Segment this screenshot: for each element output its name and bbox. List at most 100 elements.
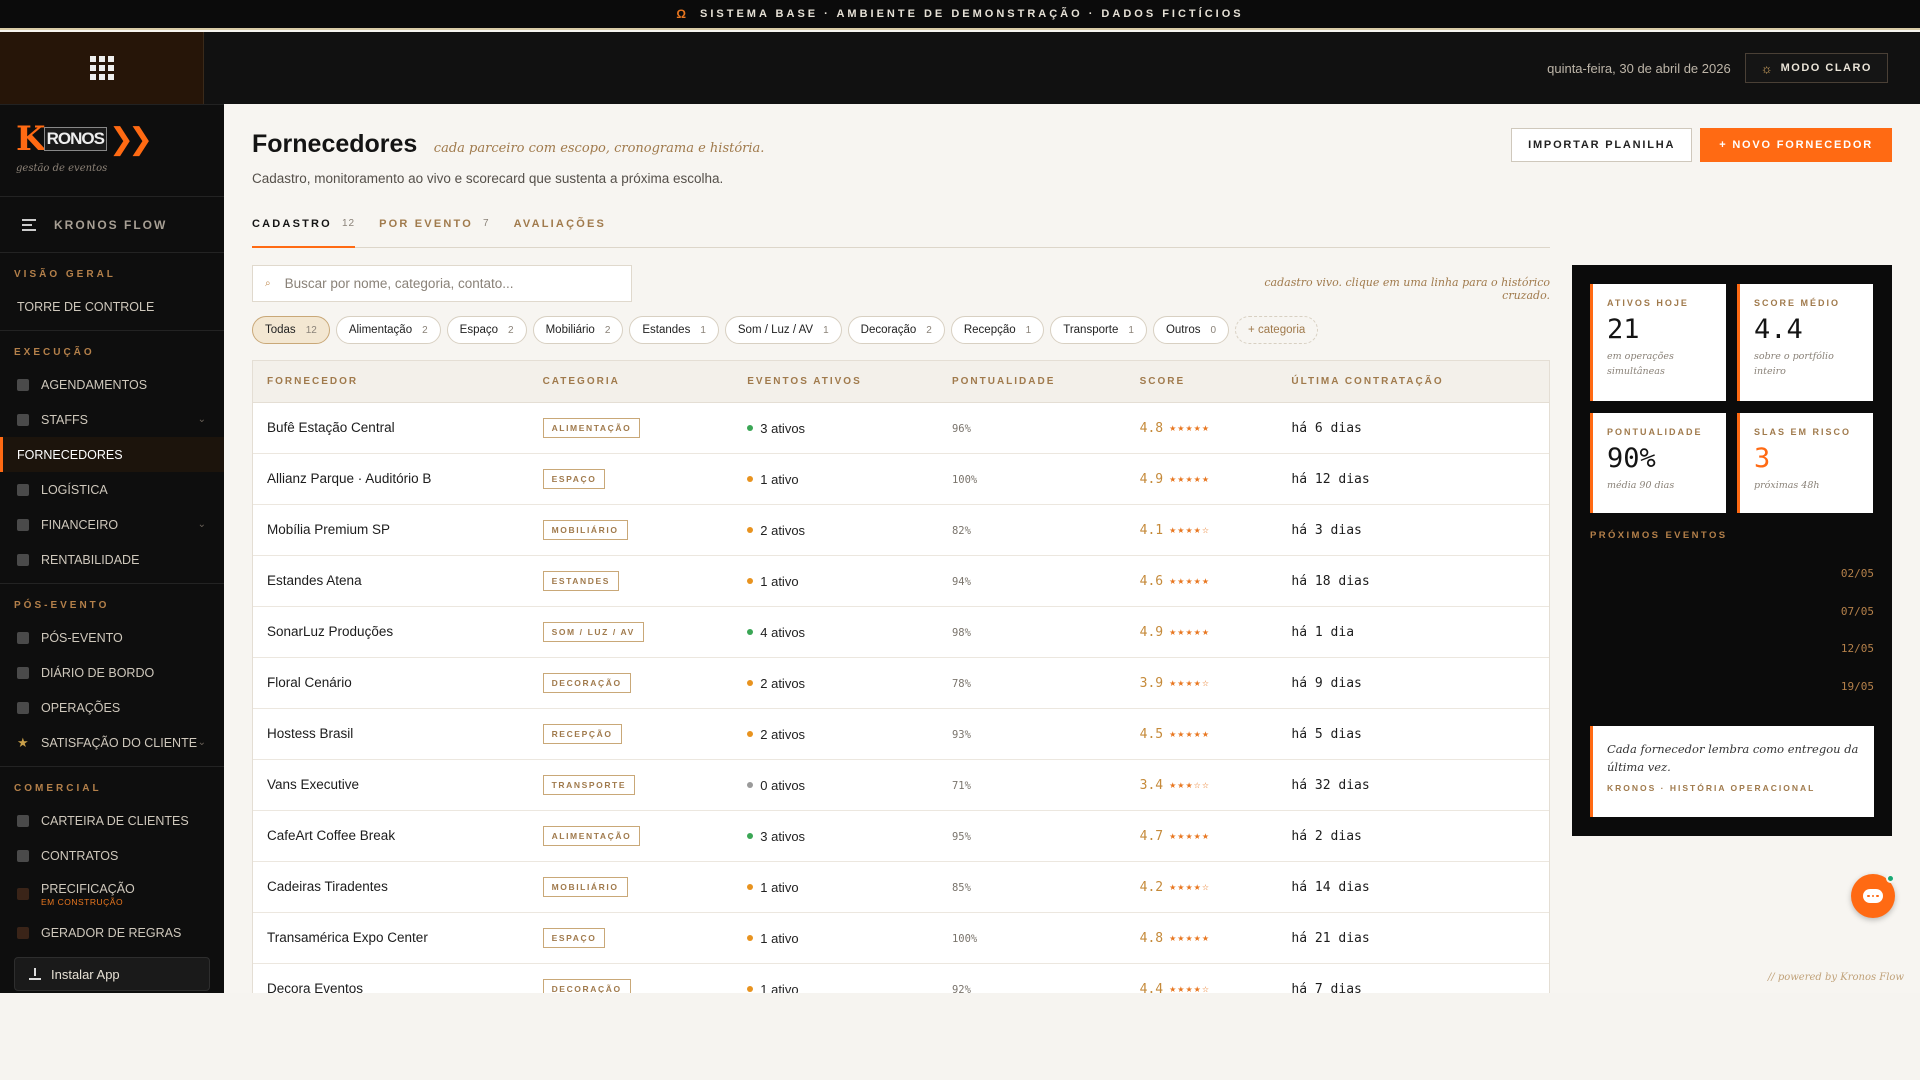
category-badge: ALIMENTAÇÃO [542, 826, 641, 846]
chat-button[interactable] [1851, 874, 1895, 918]
column-header-score[interactable]: SCORE [1140, 376, 1292, 387]
table-row[interactable]: Mobília Premium SP MOBILIÁRIO 2 ativos 82% 4… [253, 505, 1549, 556]
sidebar-item-contratos[interactable]: CONTRATOS [0, 838, 224, 873]
table-row[interactable]: Bufê Estação Central ALIMENTAÇÃO 3 ativos 9… [253, 403, 1549, 454]
filter-chip-som-luz-av[interactable]: Som / Luz / AV 1 [724, 316, 842, 344]
table-row[interactable]: SonarLuz Produções SOM / LUZ / AV 4 ativos… [253, 607, 1549, 658]
table-row[interactable]: Vans Executive TRANSPORTE 0 ativos 71% 3.4 ★★… [253, 760, 1549, 811]
upcoming-event-date[interactable]: 02/05 [1841, 567, 1874, 580]
star-rating-icon: ★★★★★ [1169, 474, 1210, 484]
filter-chip-outros[interactable]: Outros 0 [1152, 316, 1230, 344]
sidebar-item-operacoes[interactable]: OPERAÇÕES [0, 690, 224, 725]
last-hire: há 7 dias [1291, 982, 1362, 993]
notebook-icon [17, 666, 29, 679]
sidebar-item-rentabilidade[interactable]: RENTABILIDADE [0, 542, 224, 577]
supplier-name: Bufê Estação Central [267, 420, 395, 435]
table-row[interactable]: Cadeiras Tiradentes MOBILIÁRIO 1 ativo 85% 4… [253, 862, 1549, 913]
tab-bar: CADASTRO 12 POR EVENTO 7 AVALIAÇÕES [252, 212, 1550, 248]
tab-por-evento[interactable]: POR EVENTO 7 [379, 212, 490, 248]
filter-chip-alimentacao[interactable]: Alimentação 2 [335, 316, 441, 344]
chevron-down-icon: ⌄ [197, 737, 206, 748]
sidebar-item-gerador-de-regras[interactable]: GERADOR DE REGRAS [0, 915, 224, 950]
install-app-button[interactable]: Instalar App [14, 957, 210, 991]
current-date: quinta-feira, 30 de abril de 2026 [1547, 60, 1731, 76]
tab-label: POR EVENTO [379, 218, 473, 230]
score-number: 4.4 [1139, 981, 1164, 994]
table-row[interactable]: Estandes Atena ESTANDES 1 ativo 94% 4.6 ★★★★★… [253, 556, 1549, 607]
theme-toggle-button[interactable]: ☼ MODO CLARO [1744, 53, 1888, 83]
supplier-name: Hostess Brasil [267, 726, 354, 741]
column-header-categoria[interactable]: CATEGORIA [543, 376, 748, 387]
sidebar-item-precificacao[interactable]: PRECIFICAÇÃO EM CONSTRUÇÃO [0, 873, 224, 915]
score-value: 4.4 ★★★★☆ [1140, 982, 1292, 994]
upcoming-event-date[interactable]: 12/05 [1841, 642, 1874, 655]
active-events-label: 2 ativos [760, 522, 806, 538]
sidebar-item-label: PRECIFICAÇÃO [41, 881, 135, 896]
import-spreadsheet-button[interactable]: IMPORTAR PLANILHA [1511, 128, 1693, 162]
tab-avaliacoes[interactable]: AVALIAÇÕES [514, 212, 607, 248]
table-row[interactable]: Floral Cenário DECORAÇÃO 2 ativos 78% 3.9 ★★★… [253, 658, 1549, 709]
score-number: 4.1 [1139, 522, 1164, 538]
supplier-name: Mobília Premium SP [267, 522, 391, 537]
table-row[interactable]: Hostess Brasil RECEPÇÃO 2 ativos 93% 4.5 ★★★★… [253, 709, 1549, 760]
filter-chip-mobiliario[interactable]: Mobiliário 2 [532, 316, 624, 344]
supplier-name: Estandes Atena [267, 573, 362, 588]
upcoming-event-date[interactable]: 19/05 [1841, 680, 1874, 693]
tab-cadastro[interactable]: CADASTRO 12 [252, 212, 356, 248]
sidebar-item-torre-de-controle[interactable]: TORRE DE CONTROLE [0, 289, 224, 324]
search-input[interactable] [284, 276, 605, 291]
filter-chip-decoracao[interactable]: Decoração 2 [847, 316, 945, 344]
table-row[interactable]: Transamérica Expo Center ESPAÇO 1 ativo 100… [253, 913, 1549, 964]
filter-chip-todas[interactable]: Todas 12 [252, 316, 330, 344]
filter-chip-transporte[interactable]: Transporte 1 [1050, 316, 1147, 344]
new-supplier-button[interactable]: + NOVO FORNECEDOR [1700, 128, 1892, 162]
filter-chip-espaco[interactable]: Espaço 2 [446, 316, 527, 344]
sidebar-item-fornecedores[interactable]: FORNECEDORES [0, 437, 224, 472]
punctuality-value: 98% [951, 627, 971, 639]
sidebar-item-agendamentos[interactable]: AGENDAMENTOS [0, 367, 224, 402]
column-header-pontualidade[interactable]: PONTUALIDADE [952, 376, 1140, 387]
column-header-ultima[interactable]: ÚLTIMA CONTRATAÇÃO [1291, 376, 1549, 387]
chip-label: Espaço [459, 324, 499, 336]
menu-icon [22, 218, 36, 231]
kpi-label: ATIVOS HOJE [1607, 298, 1689, 308]
punctuality-value: 85% [951, 882, 971, 894]
status-dot [747, 986, 754, 992]
sidebar-item-diario-de-bordo[interactable]: DIÁRIO DE BORDO [0, 655, 224, 690]
app-grid-button[interactable] [0, 32, 204, 104]
sidebar-item-pos-evento[interactable]: PÓS-EVENTO [0, 620, 224, 655]
sidebar-item-satisfacao-do-cliente[interactable]: ★ SATISFAÇÃO DO CLIENTE ⌄ [0, 725, 224, 760]
score-value: 3.9 ★★★★☆ [1140, 676, 1292, 691]
sidebar-toggle[interactable]: KRONOS FLOW [0, 197, 224, 253]
chip-count: 0 [1210, 324, 1217, 336]
table-body: Bufê Estação Central ALIMENTAÇÃO 3 ativos 9… [253, 403, 1549, 993]
status-dot [747, 425, 754, 431]
main-content: Fornecedores cada parceiro com escopo, c… [224, 104, 1920, 993]
sidebar-item-carteira-de-clientes[interactable]: CARTEIRA DE CLIENTES [0, 803, 224, 838]
column-header-fornecedor[interactable]: FORNECEDOR [253, 376, 543, 387]
kpi-label: SLAS EM RISCO [1754, 427, 1852, 437]
active-events: 3 ativos [747, 421, 952, 436]
active-events-label: 1 ativo [760, 471, 799, 487]
powered-by: // powered by Kronos Flow [1767, 972, 1904, 983]
last-hire: há 21 dias [1291, 931, 1370, 946]
table-row[interactable]: Decora Eventos DECORAÇÃO 1 ativo 92% 4.4 ★★★★… [253, 964, 1549, 993]
sidebar-item-financeiro[interactable]: FINANCEIRO ⌄ [0, 507, 224, 542]
filter-chip-recepcao[interactable]: Recepção 1 [950, 316, 1045, 344]
column-header-eventos[interactable]: EVENTOS ATIVOS [747, 376, 952, 387]
score-number: 4.9 [1139, 624, 1164, 640]
upcoming-event-date[interactable]: 07/05 [1841, 605, 1874, 618]
table-row[interactable]: CafeArt Coffee Break ALIMENTAÇÃO 3 ativos 9… [253, 811, 1549, 862]
sidebar-item-logistica[interactable]: LOGÍSTICA [0, 472, 224, 507]
filter-chip-estandes[interactable]: Estandes 1 [629, 316, 719, 344]
supplier-name: Allianz Parque · Auditório B [267, 471, 432, 486]
score-value: 4.7 ★★★★★ [1140, 829, 1292, 844]
add-category-button[interactable]: + categoria [1235, 316, 1319, 344]
active-events: 1 ativo [747, 931, 952, 946]
status-dot [747, 629, 754, 635]
kpi-value: 3 [1754, 443, 1771, 474]
kronos-logo[interactable]: K RONOS ❯❯ [16, 121, 208, 157]
table-row[interactable]: Allianz Parque · Auditório B ESPAÇO 1 ativ… [253, 454, 1549, 505]
sidebar-item-staffs[interactable]: STAFFS ⌄ [0, 402, 224, 437]
upcoming-events-label: PRÓXIMOS EVENTOS [1590, 530, 1728, 541]
